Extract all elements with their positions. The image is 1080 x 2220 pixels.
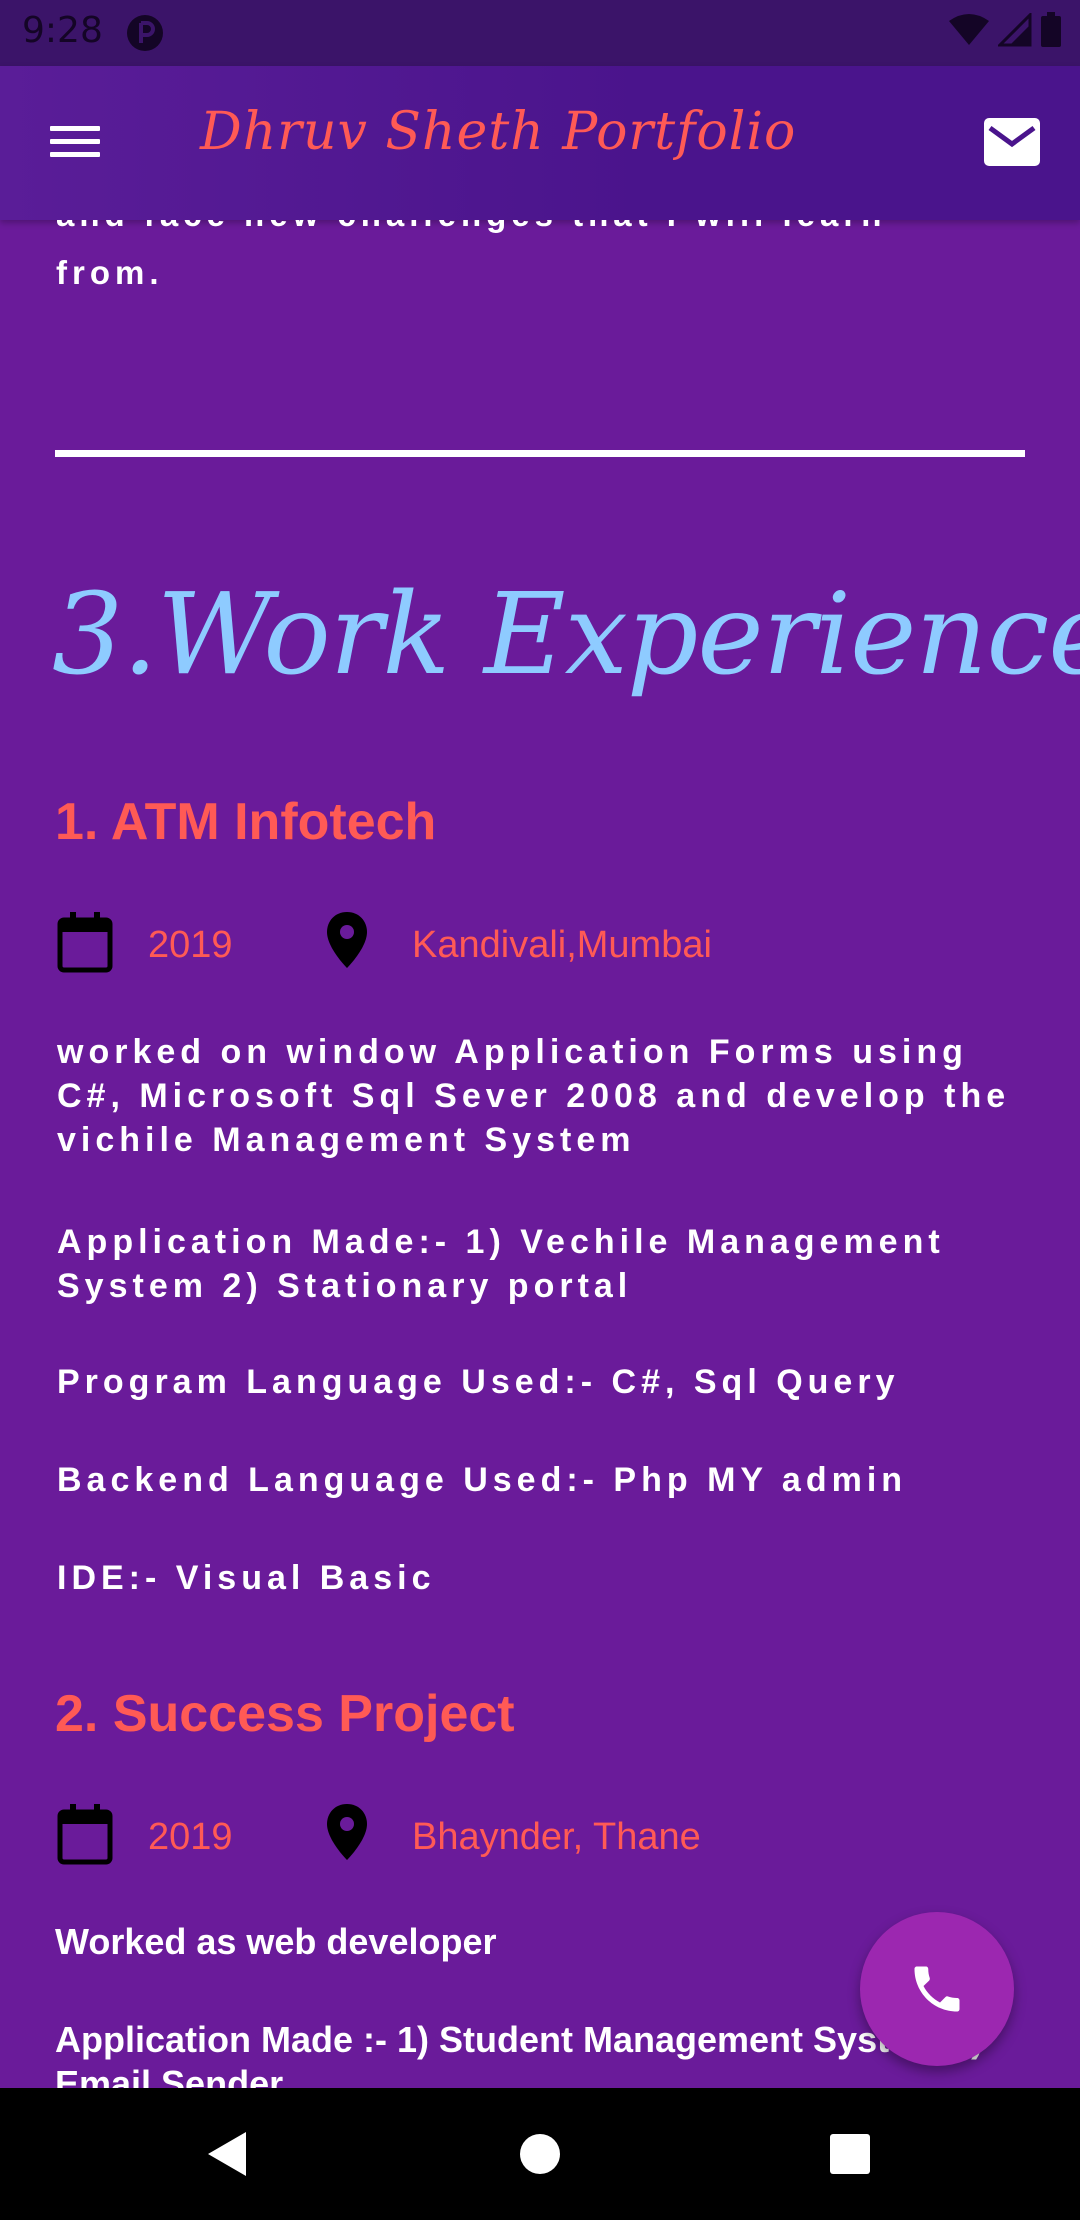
call-button[interactable] — [860, 1912, 1014, 2066]
home-icon[interactable] — [508, 2122, 572, 2186]
job-year: 2019 — [148, 1816, 233, 1858]
status-time: 9:28 — [22, 10, 103, 51]
section-divider — [55, 450, 1025, 457]
job-title: 1. ATM Infotech — [55, 793, 437, 851]
job-description: worked on window Application Forms using… — [57, 1033, 1011, 1159]
job-ide: IDE:- Visual Basic — [57, 1559, 436, 1597]
job-location: Kandivali,Mumbai — [412, 924, 712, 966]
job-location: Bhaynder, Thane — [412, 1816, 701, 1858]
clipped-text-line-2: from. — [56, 254, 164, 291]
signal-icon — [997, 13, 1032, 47]
job-meta: 2019 Bhaynder, Thane — [55, 1802, 955, 1872]
menu-icon[interactable] — [48, 122, 104, 162]
section-title: 3.Work Experience — [52, 570, 1080, 700]
phone-icon — [914, 1966, 960, 2012]
location-pin-icon — [327, 1804, 367, 1860]
calendar-icon — [57, 1804, 113, 1865]
job-meta: 2019 Kandivali,Mumbai — [55, 910, 955, 980]
notification-app-icon — [127, 15, 163, 51]
wifi-icon — [949, 14, 990, 45]
system-nav-bar — [0, 2088, 1080, 2220]
job-title: 2. Success Project — [55, 1685, 515, 1743]
clipped-text-line: and face new challenges that I will lear… — [56, 220, 886, 234]
status-bar: 9:28 — [0, 0, 1080, 66]
recents-icon[interactable] — [818, 2122, 882, 2186]
job-program-language: Program Language Used:- C#, Sql Query — [57, 1363, 900, 1401]
job-applications: Application Made:- 1) Vechile Management… — [57, 1223, 945, 1305]
calendar-icon — [57, 912, 113, 973]
location-pin-icon — [327, 912, 367, 968]
mail-icon[interactable] — [982, 116, 1042, 168]
app-bar: Dhruv Sheth Portfolio — [0, 66, 1080, 220]
back-icon[interactable] — [196, 2122, 260, 2186]
job-year: 2019 — [148, 924, 233, 966]
status-icons — [945, 12, 1062, 52]
work-experience-content: and face new challenges that I will lear… — [0, 220, 1080, 2088]
job-backend-language: Backend Language Used:- Php MY admin — [57, 1461, 908, 1499]
app-title: Dhruv Sheth Portfolio — [200, 102, 797, 162]
battery-icon — [1041, 12, 1061, 47]
